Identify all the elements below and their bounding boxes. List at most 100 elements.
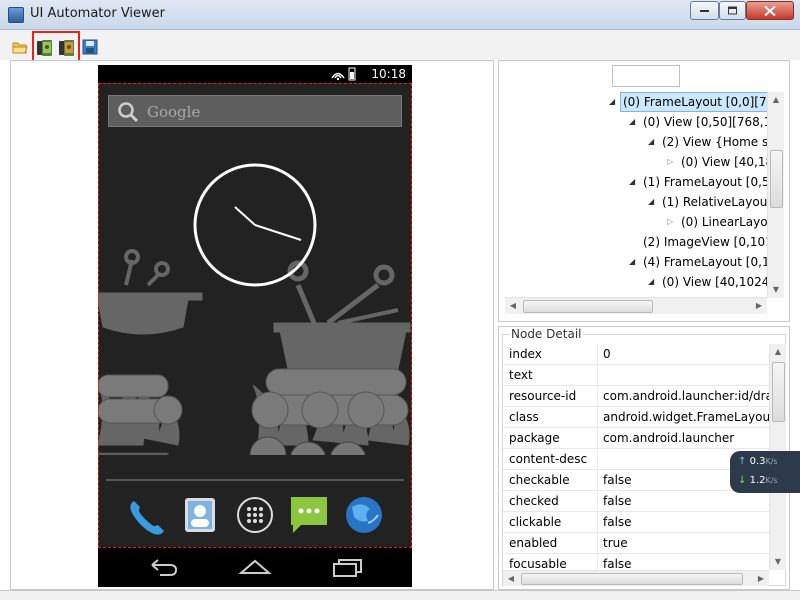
property-key: enabled xyxy=(509,536,558,550)
tree-filter-input[interactable] xyxy=(612,65,680,87)
tree-row[interactable]: ◢ (0) View [0,50][768,11 xyxy=(505,112,767,132)
minimize-button[interactable] xyxy=(690,1,719,20)
title-bar: UI Automator Viewer xyxy=(0,0,800,30)
property-key: checkable xyxy=(509,473,570,487)
expand-toggle-icon[interactable]: ◢ xyxy=(609,92,615,112)
table-row[interactable]: text xyxy=(503,365,769,386)
tree-row-label: (1) FrameLayout [0,50 xyxy=(643,175,767,189)
scrollbar-thumb[interactable] xyxy=(523,300,653,313)
property-key: class xyxy=(509,410,539,424)
table-row[interactable]: resource-id com.android.launcher:id/dra xyxy=(503,386,769,407)
expand-toggle-icon[interactable]: ◢ xyxy=(648,132,654,152)
property-value[interactable]: false xyxy=(603,494,632,508)
property-key: content-desc xyxy=(509,452,588,466)
device-screenshot[interactable]: 10:18 Google xyxy=(98,65,412,587)
table-row[interactable]: enabled true xyxy=(503,533,769,554)
property-value[interactable]: false xyxy=(603,515,632,529)
tree-row[interactable]: ◢ (0) FrameLayout [0,0][768 xyxy=(505,92,767,112)
scroll-down-icon[interactable]: ▼ xyxy=(768,282,784,298)
upload-arrow-icon: ↑ xyxy=(738,456,747,467)
scroll-left-icon[interactable]: ◀ xyxy=(505,298,521,314)
tree-row-label: (0) FrameLayout [0,0][768 xyxy=(620,92,767,112)
property-value[interactable]: true xyxy=(603,536,628,550)
property-value[interactable]: false xyxy=(603,473,632,487)
table-row[interactable]: focusable false xyxy=(503,554,769,570)
expand-toggle-icon[interactable]: ◢ xyxy=(629,252,635,272)
tree-horizontal-scrollbar[interactable]: ◀ ▶ xyxy=(505,297,767,314)
property-key: package xyxy=(509,431,560,445)
scrollbar-thumb[interactable] xyxy=(770,150,783,208)
property-key: focusable xyxy=(509,557,567,570)
network-speed-widget: ↑ 0.3K/s ↓ 1.2K/s xyxy=(730,451,800,493)
app-icon xyxy=(8,7,24,23)
property-key: checked xyxy=(509,494,559,508)
tree-row[interactable]: ▷ (0) View [40,18 xyxy=(505,152,767,172)
tree-row-label: (4) FrameLayout [0,10 xyxy=(643,255,767,269)
property-key: text xyxy=(509,368,533,382)
google-search-bar[interactable]: Google xyxy=(108,95,402,127)
table-row[interactable]: class android.widget.FrameLayout xyxy=(503,407,769,428)
back-icon[interactable] xyxy=(148,557,178,577)
scroll-right-icon[interactable]: ▶ xyxy=(753,571,769,587)
detail-horizontal-scrollbar[interactable]: ◀ ▶ xyxy=(503,570,769,586)
property-value[interactable]: com.android.launcher xyxy=(603,431,734,445)
tree-row-label: (0) View [40,1024] xyxy=(662,275,767,289)
scroll-down-icon[interactable]: ▼ xyxy=(770,554,786,570)
browser-icon[interactable] xyxy=(344,495,384,535)
collapse-toggle-icon[interactable]: ▷ xyxy=(667,212,673,232)
search-placeholder: Google xyxy=(147,103,201,121)
wifi-battery-icon xyxy=(331,67,356,81)
scrollbar-thumb[interactable] xyxy=(521,573,743,585)
expand-toggle-icon[interactable]: ◢ xyxy=(648,272,654,292)
property-value[interactable]: false xyxy=(603,557,632,570)
maximize-button[interactable] xyxy=(719,1,746,20)
search-icon xyxy=(118,102,139,123)
tree-row[interactable]: ▷ (0) LinearLayou xyxy=(505,212,767,232)
table-row[interactable]: checked false xyxy=(503,491,769,512)
tree-vertical-scrollbar[interactable]: ▲ ▼ xyxy=(767,92,784,298)
messaging-icon[interactable] xyxy=(289,495,329,535)
expand-toggle-icon[interactable]: ◢ xyxy=(629,172,635,192)
window-bottom-border xyxy=(0,590,800,600)
node-detail-table: index 0 text resource-id com.android.launc… xyxy=(503,344,769,570)
home-icon[interactable] xyxy=(238,557,272,577)
scroll-up-icon[interactable]: ▲ xyxy=(770,344,786,360)
table-row[interactable]: clickable false xyxy=(503,512,769,533)
download-arrow-icon: ↓ xyxy=(738,475,747,486)
analog-clock-widget[interactable] xyxy=(193,163,317,287)
property-key: index xyxy=(509,347,542,361)
tree-row[interactable]: ◢ (2) View {Home sc xyxy=(505,132,767,152)
app-drawer-icon[interactable] xyxy=(235,495,275,535)
property-value[interactable]: android.widget.FrameLayout xyxy=(603,410,769,424)
status-time: 10:18 xyxy=(371,67,406,81)
phone-icon[interactable] xyxy=(126,495,166,535)
hierarchy-tree[interactable]: ◢ (0) FrameLayout [0,0][768 ◢ (0) View [… xyxy=(505,92,767,295)
tree-row[interactable]: ◢ (4) FrameLayout [0,10 xyxy=(505,252,767,272)
tree-row-label: (0) View [0,50][768,11 xyxy=(643,115,767,129)
node-detail-title: Node Detail xyxy=(509,327,584,341)
expand-toggle-icon[interactable]: ◢ xyxy=(648,192,654,212)
tree-row[interactable]: ◢ (1) FrameLayout [0,50 xyxy=(505,172,767,192)
property-value[interactable]: 0 xyxy=(603,347,611,361)
contacts-icon[interactable] xyxy=(180,495,220,535)
scrollbar-thumb[interactable] xyxy=(772,362,785,422)
table-row[interactable]: package com.android.launcher xyxy=(503,428,769,449)
scroll-right-icon[interactable]: ▶ xyxy=(751,298,767,314)
property-value[interactable]: com.android.launcher:id/dra xyxy=(603,389,769,403)
expand-toggle-icon[interactable]: ◢ xyxy=(629,112,635,132)
tree-row[interactable]: ◢ (1) RelativeLayout xyxy=(505,192,767,212)
tree-row[interactable]: ◢ (0) View [40,1024] xyxy=(505,272,767,292)
save-icon[interactable] xyxy=(82,39,100,57)
table-row[interactable]: index 0 xyxy=(503,344,769,365)
recent-apps-icon[interactable] xyxy=(330,557,364,577)
open-folder-icon[interactable] xyxy=(12,39,30,57)
download-speed: ↓ 1.2K/s xyxy=(738,475,778,486)
tree-row[interactable]: (2) ImageView [0,101 xyxy=(505,232,767,252)
scroll-up-icon[interactable]: ▲ xyxy=(768,92,784,108)
tree-row-label: (0) View [40,18 xyxy=(681,155,767,169)
scroll-left-icon[interactable]: ◀ xyxy=(503,571,519,587)
property-key: clickable xyxy=(509,515,562,529)
close-button[interactable] xyxy=(746,1,794,20)
status-bar: 10:18 xyxy=(98,65,412,83)
collapse-toggle-icon[interactable]: ▷ xyxy=(667,152,673,172)
